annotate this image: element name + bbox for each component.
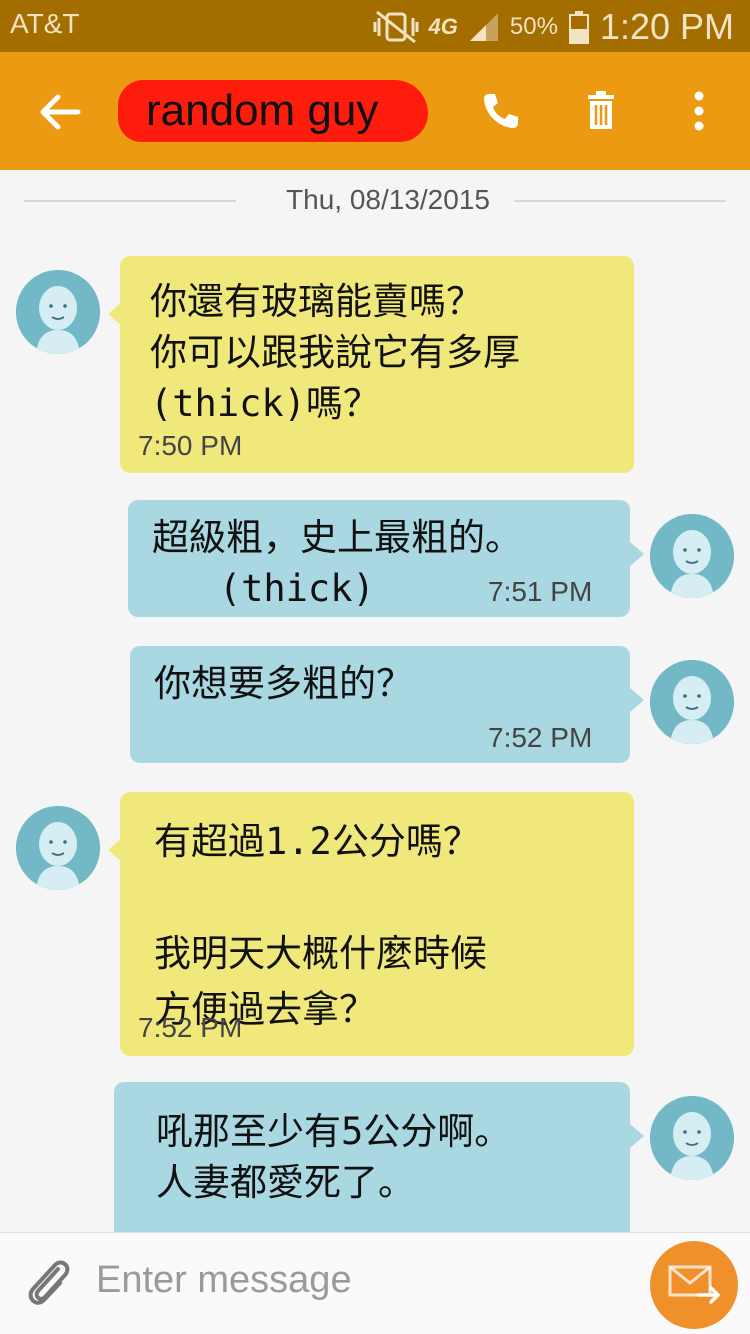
status-icons: 4G 50% 1:20 PM [373, 6, 734, 48]
own-avatar[interactable] [650, 660, 734, 744]
more-vert-icon[interactable] [674, 86, 724, 136]
message-text: 有超過1.2公分嗎？ 我明天大概什麼時候 方便過去拿？ [154, 820, 487, 1031]
bubble-tail [630, 1124, 644, 1148]
divider-line [24, 200, 236, 202]
avatar-face-icon [16, 270, 100, 354]
status-bar: AT&T 4G 50% 1:20 PM [0, 0, 750, 52]
message-text: 吼那至少有5公分啊。 人妻都愛死了。 [156, 1110, 512, 1204]
back-arrow-icon[interactable] [32, 84, 88, 140]
date-divider: Thu, 08/13/2015 [24, 182, 726, 222]
signal-icon [469, 13, 498, 41]
message-time: 7:52 PM [138, 1012, 243, 1043]
divider-line [514, 200, 726, 202]
bubble-tail [630, 688, 644, 712]
message-time: 7:52 PM [488, 722, 593, 753]
avatar-face-icon [650, 514, 734, 598]
battery-icon [568, 11, 589, 44]
paperclip-icon[interactable] [22, 1255, 74, 1311]
message-bubble-outgoing[interactable]: 你想要多粗的？ 7:52 PM [130, 646, 630, 763]
message-bubble-outgoing[interactable]: 超級粗，史上最粗的。 (thick) 7:51 PM [128, 500, 630, 617]
clock: 1:20 PM [599, 6, 734, 47]
message-time: 7:51 PM [488, 576, 593, 607]
phone-icon[interactable] [476, 86, 526, 136]
contact-name: random guy [146, 86, 379, 135]
message-text: 你還有玻璃能賣嗎？ 你可以跟我說它有多厚 (thick)嗎？ [150, 280, 520, 425]
conversation-date: Thu, 08/13/2015 [286, 184, 490, 215]
vibrate-mute-icon [373, 10, 419, 44]
carrier-label: AT&T [10, 8, 80, 39]
message-bubble-outgoing[interactable]: 吼那至少有5公分啊。 人妻都愛死了。 [114, 1082, 630, 1252]
app-bar: random guy [0, 52, 750, 170]
contact-avatar[interactable] [16, 806, 100, 890]
avatar-face-icon [650, 660, 734, 744]
message-bubble-incoming[interactable]: 你還有玻璃能賣嗎？ 你可以跟我說它有多厚 (thick)嗎？ 7:50 PM [120, 256, 634, 473]
avatar-face-icon [16, 806, 100, 890]
message-time: 7:50 PM [138, 430, 243, 461]
battery-percent: 50% [509, 13, 558, 40]
message-bubble-incoming[interactable]: 有超過1.2公分嗎？ 我明天大概什麼時候 方便過去拿？ 7:52 PM [120, 792, 634, 1056]
avatar-face-icon [650, 1096, 734, 1180]
contact-avatar[interactable] [16, 270, 100, 354]
message-text: 你想要多粗的？ [154, 662, 413, 705]
send-button[interactable] [650, 1241, 738, 1329]
send-message-icon [668, 1265, 721, 1304]
message-text: 超級粗，史上最粗的。 (thick) [152, 516, 522, 610]
network-type: 4G [428, 14, 458, 39]
own-avatar[interactable] [650, 1096, 734, 1180]
trash-icon[interactable] [576, 86, 626, 136]
message-input[interactable]: Enter message [96, 1259, 352, 1302]
contact-title[interactable]: random guy [118, 78, 428, 144]
message-composer: Enter message [0, 1232, 750, 1334]
bubble-tail [630, 542, 644, 566]
own-avatar[interactable] [650, 514, 734, 598]
